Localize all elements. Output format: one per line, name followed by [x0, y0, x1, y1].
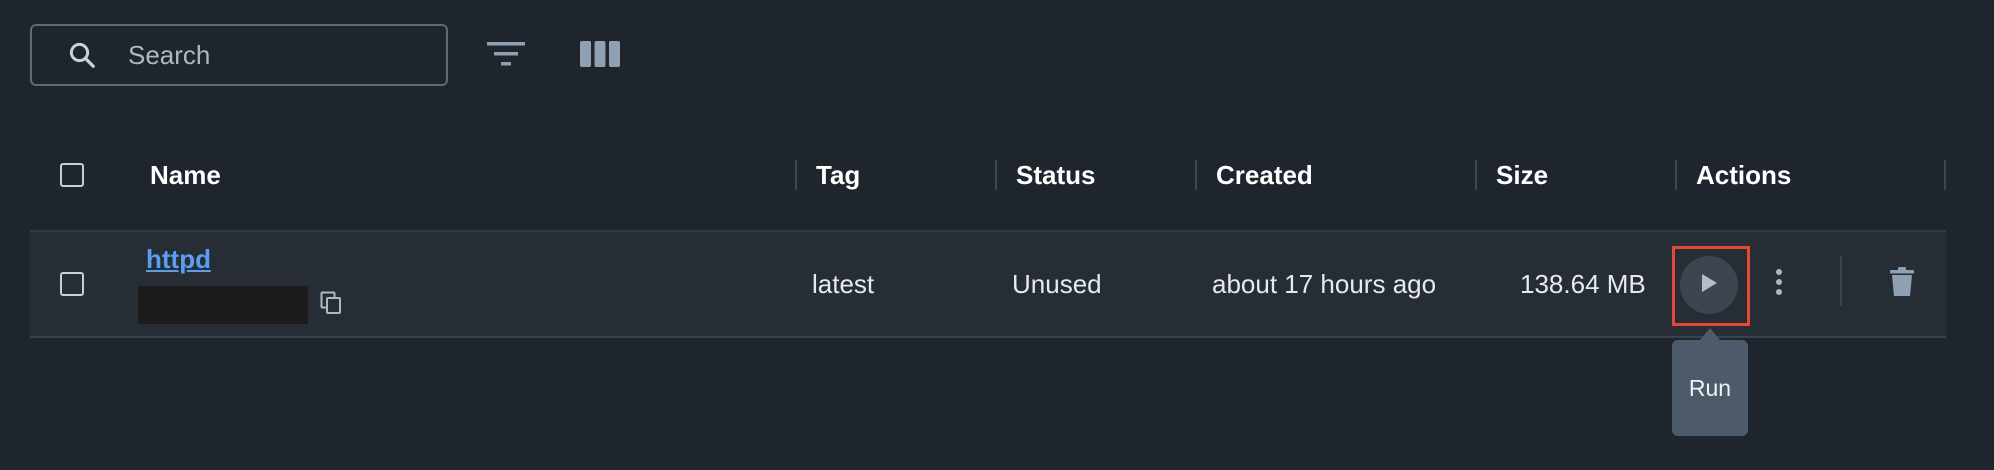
- filter-icon: [487, 39, 525, 74]
- actions-divider: [1840, 256, 1842, 306]
- column-header-actions: Actions: [1696, 159, 1792, 190]
- status-cell: Unused: [1012, 268, 1102, 299]
- table-row[interactable]: httpd latest Unused about 17 hours ago 1…: [30, 230, 1946, 338]
- column-header-tag[interactable]: Tag: [816, 140, 860, 210]
- run-tooltip: Run: [1672, 340, 1748, 436]
- search-input[interactable]: [126, 38, 430, 72]
- created-cell: about 17 hours ago: [1212, 268, 1437, 299]
- images-table: Name Tag Status Created Size Actions htt…: [30, 140, 1946, 338]
- select-all-cell[interactable]: [60, 140, 84, 210]
- columns-button[interactable]: [578, 34, 622, 78]
- delete-button[interactable]: [1882, 264, 1922, 304]
- table-header: Name Tag Status Created Size Actions: [30, 140, 1946, 230]
- play-icon: [1699, 272, 1719, 299]
- more-actions-button[interactable]: [1768, 262, 1790, 306]
- size-cell: 138.64 MB: [1520, 268, 1646, 299]
- tooltip-arrow: [1700, 328, 1720, 340]
- run-button[interactable]: [1680, 256, 1738, 314]
- column-divider[interactable]: [1675, 160, 1677, 190]
- column-divider[interactable]: [795, 160, 797, 190]
- column-divider[interactable]: [1475, 160, 1477, 190]
- image-name-link[interactable]: httpd: [146, 244, 211, 275]
- row-select-cell[interactable]: [60, 272, 84, 296]
- redacted-image-id: [138, 286, 308, 324]
- column-header-size[interactable]: Size: [1496, 140, 1548, 210]
- column-divider[interactable]: [995, 160, 997, 190]
- column-divider[interactable]: [1195, 160, 1197, 190]
- tag-cell: latest: [812, 268, 875, 299]
- column-header-created[interactable]: Created: [1216, 140, 1313, 210]
- column-header-status[interactable]: Status: [1016, 140, 1095, 210]
- row-checkbox[interactable]: [60, 272, 84, 296]
- copy-icon[interactable]: [316, 288, 346, 318]
- column-header-name[interactable]: Name: [150, 140, 221, 210]
- trash-icon: [1890, 266, 1914, 302]
- search-box[interactable]: [30, 24, 448, 86]
- columns-icon: [580, 39, 620, 74]
- kebab-menu-icon: [1775, 268, 1783, 301]
- select-all-checkbox[interactable]: [60, 163, 84, 187]
- column-divider[interactable]: [1944, 160, 1946, 190]
- search-icon: [64, 37, 100, 73]
- filter-button[interactable]: [484, 34, 528, 78]
- images-page: Name Tag Status Created Size Actions htt…: [0, 0, 1994, 470]
